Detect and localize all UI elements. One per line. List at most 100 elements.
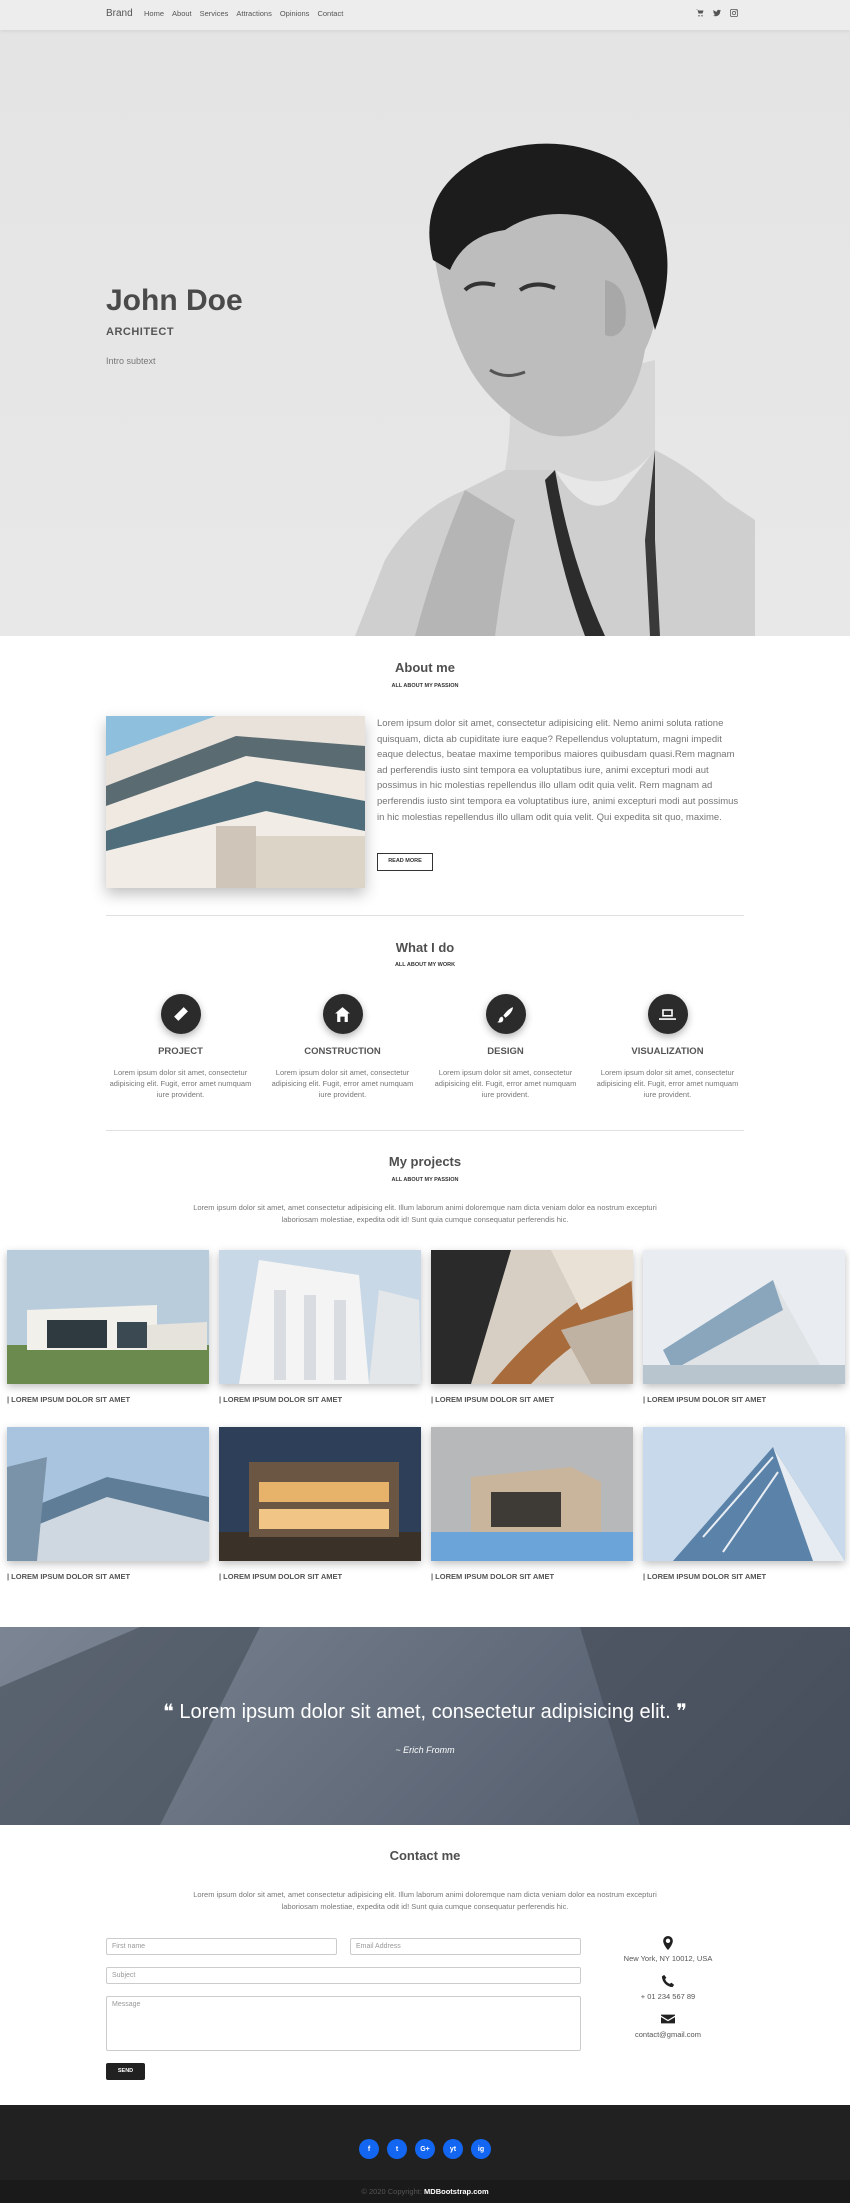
hero-subtext: Intro subtext	[106, 356, 156, 366]
cart-icon[interactable]	[696, 9, 704, 17]
project-image[interactable]	[7, 1250, 209, 1384]
project-image[interactable]	[219, 1250, 421, 1384]
divider	[106, 1130, 744, 1131]
service-text: Lorem ipsum dolor sit amet, consectetur …	[596, 1068, 739, 1099]
project-image[interactable]	[7, 1427, 209, 1561]
nav-link-about[interactable]: About	[172, 9, 192, 18]
project-card[interactable]: | LOREM IPSUM DOLOR SIT AMET	[219, 1250, 421, 1404]
service-project: PROJECT Lorem ipsum dolor sit amet, cons…	[103, 994, 258, 1100]
youtube-icon[interactable]: yt	[443, 2139, 463, 2159]
about-subtitle: ALL ABOUT MY PASSION	[391, 683, 459, 689]
copyright-text: © 2020 Copyright:	[361, 2187, 422, 2196]
email-text: contact@gmail.com	[635, 2030, 701, 2039]
quote-author: ~ Erich Fromm	[395, 1745, 455, 1755]
project-image[interactable]	[431, 1427, 633, 1561]
brush-icon	[485, 994, 526, 1034]
quote-background-image	[0, 1627, 850, 1825]
nav-icons	[696, 9, 738, 17]
hero-name: John Doe	[106, 284, 243, 317]
navbar: Brand Home About Services Attractions Op…	[0, 0, 850, 30]
service-title: CONSTRUCTION	[304, 1046, 381, 1057]
services-title: What I do	[395, 940, 455, 955]
project-card[interactable]: | LOREM IPSUM DOLOR SIT AMET	[7, 1250, 209, 1404]
twitter-icon[interactable]	[713, 9, 721, 17]
project-caption: | LOREM IPSUM DOLOR SIT AMET	[219, 1395, 343, 1404]
contact-phone: + 01 234 567 89	[618, 1974, 718, 2001]
service-visualization: VISUALIZATION Lorem ipsum dolor sit amet…	[590, 994, 745, 1100]
nav-link-home[interactable]: Home	[144, 9, 164, 18]
first-name-input[interactable]: First name	[106, 1938, 337, 1955]
project-image[interactable]	[643, 1250, 845, 1384]
brand-link[interactable]: Brand	[106, 8, 133, 19]
envelope-icon	[661, 2014, 675, 2024]
hero-portrait-image	[355, 143, 755, 636]
project-image[interactable]	[431, 1250, 633, 1384]
project-image[interactable]	[643, 1427, 845, 1561]
facebook-icon[interactable]: f	[359, 2139, 379, 2159]
nav-link-services[interactable]: Services	[200, 9, 229, 18]
contact-description: Lorem ipsum dolor sit amet, amet consect…	[193, 1890, 657, 1911]
project-card[interactable]: | LOREM IPSUM DOLOR SIT AMET	[431, 1250, 633, 1404]
email-input[interactable]: Email Address	[350, 1938, 581, 1955]
contact-email: contact@gmail.com	[618, 2012, 718, 2039]
google-plus-icon[interactable]: G+	[415, 2139, 435, 2159]
project-caption: | LOREM IPSUM DOLOR SIT AMET	[7, 1395, 131, 1404]
projects-subtitle: ALL ABOUT MY PASSION	[391, 1177, 459, 1183]
nav-links: Home About Services Attractions Opinions…	[144, 9, 343, 18]
service-text: Lorem ipsum dolor sit amet, consectetur …	[271, 1068, 414, 1099]
quote-close-icon: ❞	[676, 1701, 687, 1723]
project-card[interactable]: | LOREM IPSUM DOLOR SIT AMET	[219, 1427, 421, 1581]
twitter-icon[interactable]: t	[387, 2139, 407, 2159]
map-marker-icon	[663, 1936, 673, 1950]
service-title: DESIGN	[487, 1046, 524, 1057]
project-image[interactable]	[219, 1427, 421, 1561]
contact-title: Contact me	[389, 1848, 461, 1863]
divider	[106, 915, 744, 916]
footer: f t G+ yt ig	[0, 2105, 850, 2180]
home-icon	[322, 994, 363, 1034]
service-text: Lorem ipsum dolor sit amet, consectetur …	[434, 1068, 577, 1099]
quote-text: ❝ Lorem ipsum dolor sit amet, consectetu…	[0, 1699, 850, 1724]
nav-link-contact[interactable]: Contact	[317, 9, 343, 18]
quote-open-icon: ❝	[163, 1701, 174, 1723]
service-title: PROJECT	[158, 1046, 203, 1057]
about-building-image	[106, 716, 365, 888]
project-caption: | LOREM IPSUM DOLOR SIT AMET	[431, 1395, 555, 1404]
social-buttons: f t G+ yt ig	[0, 2139, 850, 2159]
project-card[interactable]: | LOREM IPSUM DOLOR SIT AMET	[7, 1427, 209, 1581]
about-text: Lorem ipsum dolor sit amet, consectetur …	[377, 718, 739, 823]
project-card[interactable]: | LOREM IPSUM DOLOR SIT AMET	[643, 1250, 845, 1404]
quote-body: Lorem ipsum dolor sit amet, consectetur …	[179, 1701, 671, 1723]
project-card[interactable]: | LOREM IPSUM DOLOR SIT AMET	[643, 1427, 845, 1581]
service-title: VISUALIZATION	[631, 1046, 704, 1057]
contact-address: New York, NY 10012, USA	[618, 1936, 718, 1963]
project-caption: | LOREM IPSUM DOLOR SIT AMET	[7, 1572, 131, 1581]
pencil-icon	[160, 994, 201, 1034]
laptop-icon	[647, 994, 688, 1034]
project-caption: | LOREM IPSUM DOLOR SIT AMET	[431, 1572, 555, 1581]
service-text: Lorem ipsum dolor sit amet, consectetur …	[109, 1068, 252, 1099]
copyright-link[interactable]: MDBootstrap.com	[424, 2187, 489, 2196]
hero-role: ARCHITECT	[106, 326, 175, 338]
phone-text: + 01 234 567 89	[640, 1992, 696, 2001]
send-button[interactable]: SEND	[106, 2063, 145, 2080]
read-more-button[interactable]: READ MORE	[377, 853, 433, 871]
nav-link-opinions[interactable]: Opinions	[280, 9, 310, 18]
nav-link-attractions[interactable]: Attractions	[236, 9, 271, 18]
project-caption: | LOREM IPSUM DOLOR SIT AMET	[643, 1572, 767, 1581]
projects-title: My projects	[388, 1154, 462, 1169]
hero-section: John Doe ARCHITECT Intro subtext	[0, 30, 850, 636]
message-textarea[interactable]: Message	[106, 1996, 581, 2051]
phone-icon	[661, 1974, 675, 1988]
project-card[interactable]: | LOREM IPSUM DOLOR SIT AMET	[431, 1427, 633, 1581]
instagram-icon[interactable]: ig	[471, 2139, 491, 2159]
copyright-bar: © 2020 Copyright: MDBootstrap.com	[0, 2180, 850, 2203]
quote-section: ❝ Lorem ipsum dolor sit amet, consectetu…	[0, 1627, 850, 1825]
project-caption: | LOREM IPSUM DOLOR SIT AMET	[643, 1395, 767, 1404]
services-subtitle: ALL ABOUT MY WORK	[394, 962, 456, 968]
address-text: New York, NY 10012, USA	[623, 1954, 713, 1963]
instagram-icon[interactable]	[730, 9, 738, 17]
service-construction: CONSTRUCTION Lorem ipsum dolor sit amet,…	[265, 994, 420, 1100]
subject-input[interactable]: Subject	[106, 1967, 581, 1984]
projects-description: Lorem ipsum dolor sit amet, amet consect…	[193, 1203, 657, 1224]
